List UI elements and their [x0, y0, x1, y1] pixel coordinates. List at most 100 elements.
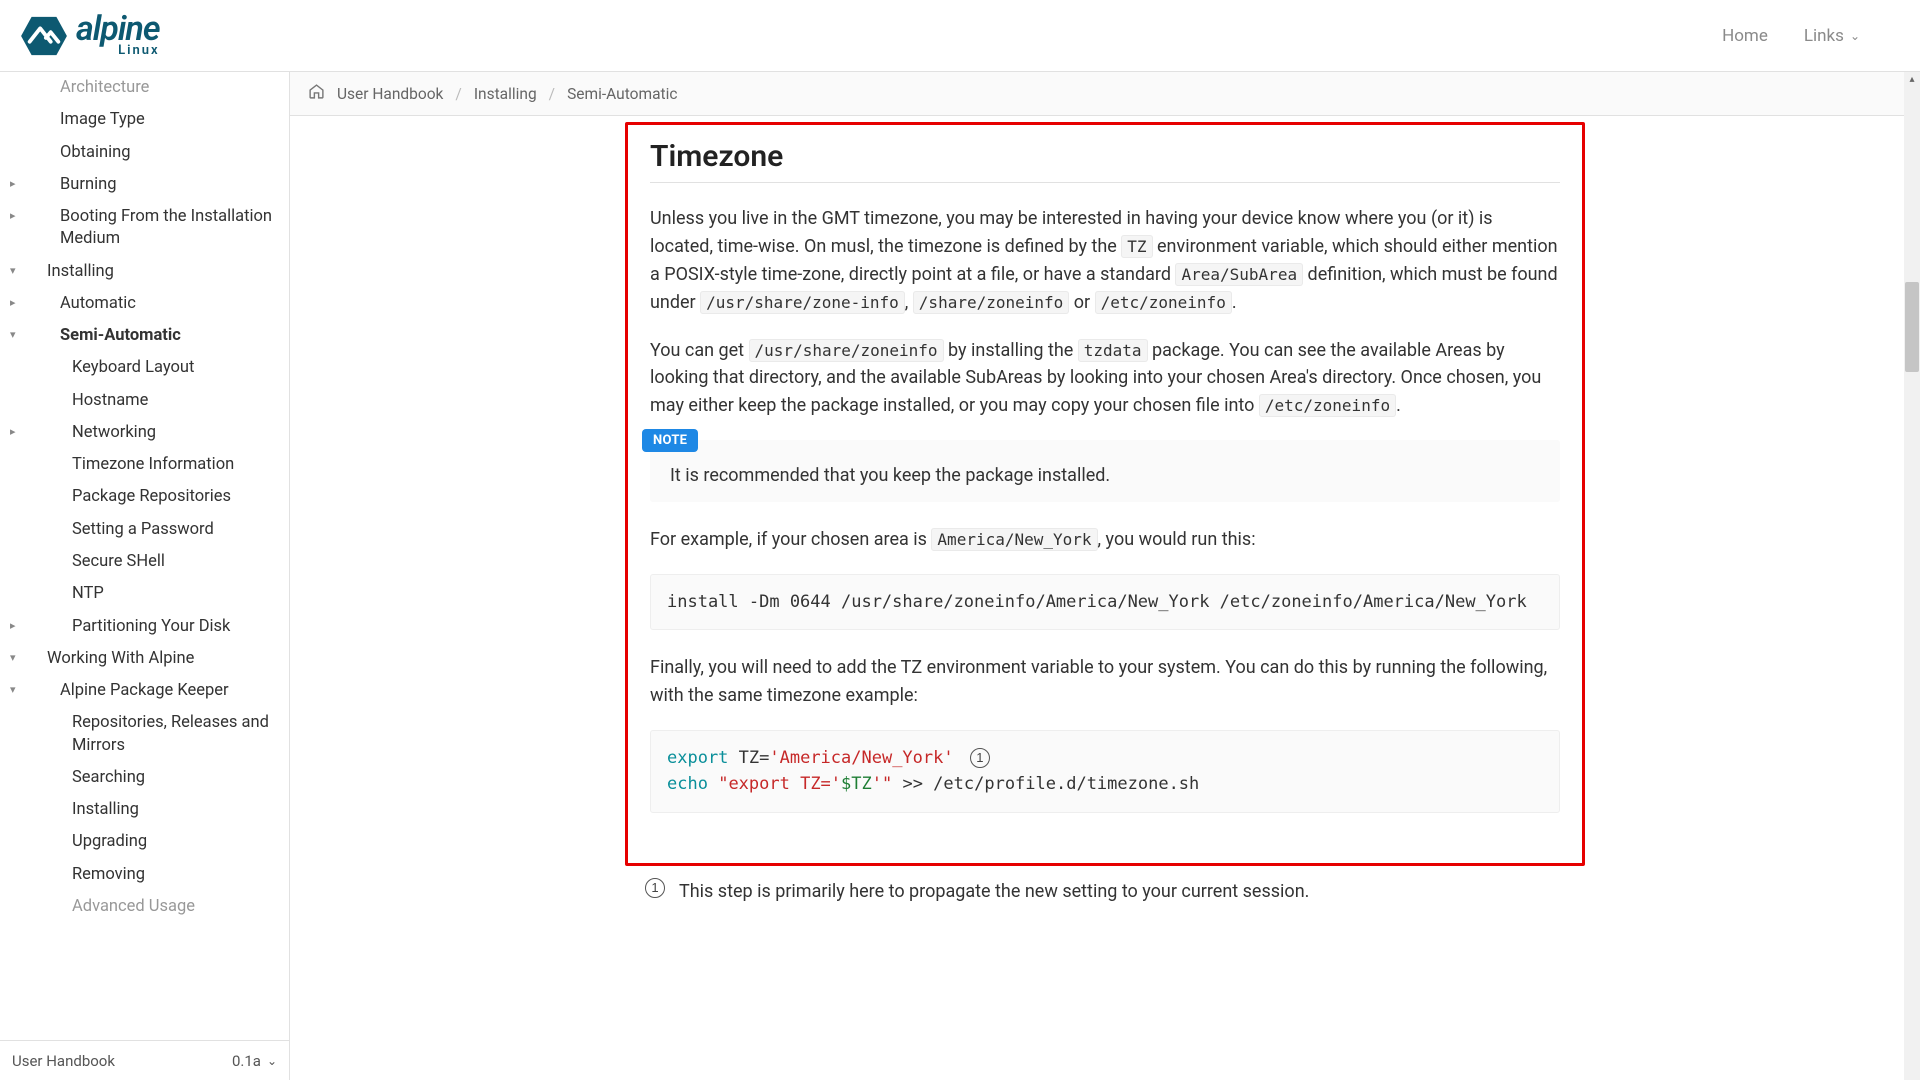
sidebar-item-label[interactable]: Partitioning Your Disk	[22, 611, 238, 643]
nav-links[interactable]: Links ⌄	[1804, 26, 1860, 46]
sidebar-nav[interactable]: ▸Architecture▸Image Type▸Obtaining▸Burni…	[0, 72, 289, 1040]
sidebar-item[interactable]: ▸Networking	[0, 417, 283, 449]
top-bar: alpine Linux Home Links ⌄	[0, 0, 1920, 72]
caret-right-icon[interactable]: ▸	[10, 210, 22, 221]
sidebar-item[interactable]: ▾Semi-Automatic	[0, 320, 283, 352]
sidebar-item[interactable]: ▾Alpine Package Keeper	[0, 675, 283, 707]
caret-right-icon[interactable]: ▸	[10, 426, 22, 437]
caret-down-icon[interactable]: ▾	[10, 265, 22, 276]
sidebar-item-label[interactable]: Repositories, Releases and Mirrors	[22, 707, 283, 762]
version-bar: User Handbook 0.1a ⌄	[0, 1040, 289, 1080]
sidebar-item-label[interactable]: Secure SHell	[22, 546, 173, 578]
sidebar-item-label[interactable]: Working With Alpine	[22, 643, 202, 675]
sidebar-item-label[interactable]: Obtaining	[22, 137, 139, 169]
inline-code: Area/SubArea	[1175, 263, 1303, 286]
sidebar-item-label[interactable]: NTP	[22, 578, 112, 610]
sidebar-item[interactable]: ▸Burning	[0, 169, 283, 201]
sidebar-item-label[interactable]: Alpine Package Keeper	[22, 675, 237, 707]
sidebar-item[interactable]: ▸Keyboard Layout	[0, 352, 283, 384]
sidebar-item[interactable]: ▸Timezone Information	[0, 449, 283, 481]
sidebar-item-label[interactable]: Semi-Automatic	[22, 320, 189, 352]
breadcrumb-item[interactable]: Semi-Automatic	[567, 85, 677, 103]
top-nav: Home Links ⌄	[1722, 26, 1900, 46]
sidebar-item-label[interactable]: Searching	[22, 762, 153, 794]
sidebar-item-label[interactable]: Timezone Information	[22, 449, 242, 481]
section-title: Timezone	[650, 139, 1560, 183]
sidebar-item[interactable]: ▸Partitioning Your Disk	[0, 611, 283, 643]
sidebar-item[interactable]: ▾Installing	[0, 256, 283, 288]
caret-down-icon[interactable]: ▾	[10, 329, 22, 340]
sidebar-item-label[interactable]: Networking	[22, 417, 164, 449]
sidebar-item-label[interactable]: Architecture	[22, 72, 157, 104]
code-block: install -Dm 0644 /usr/share/zoneinfo/Ame…	[650, 574, 1560, 630]
breadcrumb-item[interactable]: Installing	[474, 85, 537, 103]
sidebar-item-label[interactable]: Hostname	[22, 385, 156, 417]
content-column: User Handbook / Installing / Semi-Automa…	[290, 72, 1920, 1080]
caret-right-icon[interactable]: ▸	[10, 178, 22, 189]
scroll-up-icon[interactable]: ▴	[1904, 72, 1920, 88]
sidebar-item-label[interactable]: Advanced Usage	[22, 891, 203, 923]
sidebar-item[interactable]: ▾Working With Alpine	[0, 643, 283, 675]
sidebar-item[interactable]: ▸Secure SHell	[0, 546, 283, 578]
paragraph: You can get /usr/share/zoneinfo by insta…	[650, 337, 1560, 421]
note-admonition: NOTE It is recommended that you keep the…	[650, 440, 1560, 502]
sidebar-item[interactable]: ▸Setting a Password	[0, 514, 283, 546]
sidebar-item-label[interactable]: Setting a Password	[22, 514, 222, 546]
caret-down-icon[interactable]: ▾	[10, 684, 22, 695]
sidebar: ▸Architecture▸Image Type▸Obtaining▸Burni…	[0, 72, 290, 1080]
sidebar-item[interactable]: ▸Package Repositories	[0, 481, 283, 513]
inline-code: /etc/zoneinfo	[1095, 291, 1232, 314]
version-selector[interactable]: 0.1a ⌄	[232, 1052, 277, 1070]
sidebar-item-label[interactable]: Keyboard Layout	[22, 352, 202, 384]
inline-code: /usr/share/zoneinfo	[749, 339, 944, 362]
sidebar-item[interactable]: ▸Advanced Usage	[0, 891, 283, 923]
article-scroll[interactable]: Timezone Unless you live in the GMT time…	[290, 116, 1920, 1080]
callout-list: 1 This step is primarily here to propaga…	[625, 878, 1585, 906]
sidebar-item[interactable]: ▸Removing	[0, 859, 283, 891]
breadcrumb-sep: /	[549, 85, 555, 103]
sidebar-item[interactable]: ▸Obtaining	[0, 137, 283, 169]
chevron-down-icon: ⌄	[267, 1054, 277, 1068]
sidebar-item[interactable]: ▸Architecture	[0, 72, 283, 104]
breadcrumb-item[interactable]: User Handbook	[337, 85, 443, 103]
sidebar-item-label[interactable]: Booting From the Installation Medium	[22, 201, 283, 256]
caret-down-icon[interactable]: ▾	[10, 652, 22, 663]
scrollbar-thumb[interactable]	[1905, 282, 1919, 372]
sidebar-item[interactable]: ▸Installing	[0, 794, 283, 826]
sidebar-item[interactable]: ▸Repositories, Releases and Mirrors	[0, 707, 283, 762]
conum-icon: 1	[645, 878, 665, 898]
sidebar-item[interactable]: ▸NTP	[0, 578, 283, 610]
conum-icon: 1	[970, 748, 990, 768]
sidebar-item-label[interactable]: Upgrading	[22, 826, 155, 858]
sidebar-item[interactable]: ▸Image Type	[0, 104, 283, 136]
sidebar-item-label[interactable]: Automatic	[22, 288, 144, 320]
home-icon[interactable]	[308, 83, 325, 104]
sidebar-item[interactable]: ▸Upgrading	[0, 826, 283, 858]
note-badge: NOTE	[642, 429, 698, 452]
note-body: It is recommended that you keep the pack…	[670, 462, 1540, 490]
sidebar-item-label[interactable]: Burning	[22, 169, 124, 201]
paragraph: Unless you live in the GMT timezone, you…	[650, 205, 1560, 317]
sidebar-item-label[interactable]: Removing	[22, 859, 153, 891]
sidebar-item[interactable]: ▸Searching	[0, 762, 283, 794]
caret-right-icon[interactable]: ▸	[10, 297, 22, 308]
sidebar-item-label[interactable]: Image Type	[22, 104, 153, 136]
inline-code: America/New_York	[931, 528, 1097, 551]
version-value: 0.1a	[232, 1052, 261, 1070]
caret-right-icon[interactable]: ▸	[10, 620, 22, 631]
book-name: User Handbook	[12, 1052, 115, 1070]
sidebar-item[interactable]: ▸Automatic	[0, 288, 283, 320]
sidebar-item[interactable]: ▸Hostname	[0, 385, 283, 417]
nav-home[interactable]: Home	[1722, 26, 1768, 46]
sidebar-item-label[interactable]: Installing	[22, 256, 122, 288]
sidebar-item-label[interactable]: Installing	[22, 794, 147, 826]
sidebar-item-label[interactable]: Package Repositories	[22, 481, 239, 513]
inline-code: TZ	[1121, 235, 1152, 258]
logo[interactable]: alpine Linux	[20, 14, 160, 56]
alpine-logo-icon	[20, 15, 68, 57]
sidebar-item[interactable]: ▸Booting From the Installation Medium	[0, 201, 283, 256]
article: Timezone Unless you live in the GMT time…	[615, 116, 1595, 1080]
chevron-down-icon: ⌄	[1850, 29, 1860, 43]
browser-scrollbar[interactable]: ▴	[1904, 72, 1920, 1080]
callout-text: This step is primarily here to propagate…	[679, 878, 1309, 906]
